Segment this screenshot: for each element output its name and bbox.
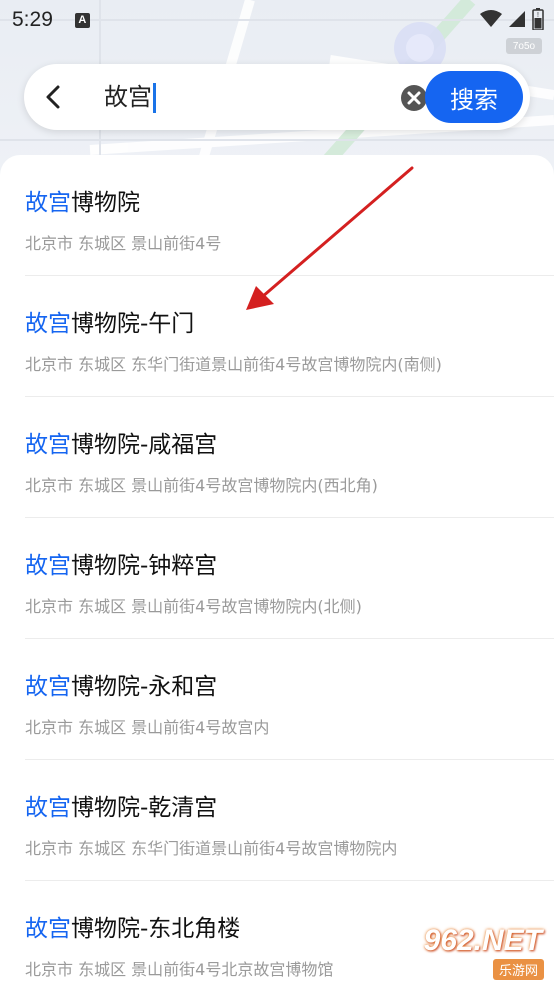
watermark-sub: 乐游网 [492,959,544,980]
result-item[interactable]: 故宫博物院 北京市 东城区 景山前街4号 [0,155,554,276]
result-address: 北京市 东城区 东华门街道景山前街4号故宫博物院内 [25,839,398,858]
result-title: 故宫博物院-咸福宫 [25,425,217,459]
signal-icon [509,11,525,27]
results-list: 故宫博物院 北京市 东城区 景山前街4号 故宫博物院-午门 北京市 东城区 东华… [0,155,554,986]
result-title-highlight: 故宫 [25,432,71,458]
result-item[interactable]: 故宫博物院-乾清宫 北京市 东城区 东华门街道景山前街4号故宫博物院内 [0,760,554,881]
notification-a-icon: A [74,12,90,28]
result-title-rest: 博物院-午门 [71,311,195,337]
result-title-rest: 博物院-乾清宫 [71,795,218,821]
result-title: 故宫博物院-永和宫 [25,667,217,701]
result-address: 北京市 东城区 景山前街4号 [25,234,222,253]
result-title-rest: 博物院-永和宫 [71,674,218,700]
search-bar[interactable]: 故宫 搜索 [24,64,530,130]
result-title-rest: 博物院-咸福宫 [71,432,218,458]
result-address: 北京市 东城区 景山前街4号故宫博物院内(北侧) [25,597,362,616]
result-item[interactable]: 故宫博物院-午门 北京市 东城区 东华门街道景山前街4号故宫博物院内(南侧) [0,276,554,397]
result-item[interactable]: 故宫博物院-咸福宫 北京市 东城区 景山前街4号故宫博物院内(西北角) [0,397,554,518]
status-bar: 5:29 A ! [0,0,554,40]
result-title: 故宫博物院-钟粹宫 [25,546,217,580]
map-watermark: 7o5o [506,38,542,54]
result-title-highlight: 故宫 [25,674,71,700]
search-button[interactable]: 搜索 [425,71,523,123]
result-title-highlight: 故宫 [25,795,71,821]
result-title-rest: 博物院 [71,190,140,216]
watermark-brand: 962.NET [423,924,542,957]
result-address: 北京市 东城区 景山前街4号故宫内 [25,718,270,737]
result-title: 故宫博物院-东北角楼 [25,909,240,943]
svg-text:!: ! [537,12,539,19]
result-address: 北京市 东城区 东华门街道景山前街4号故宫博物院内(南侧) [25,355,442,374]
result-item[interactable]: 故宫博物院-钟粹宫 北京市 东城区 景山前街4号故宫博物院内(北侧) [0,518,554,639]
result-title: 故宫博物院-乾清宫 [25,788,217,822]
wifi-icon [480,10,502,27]
status-time: 5:29 [12,8,53,31]
result-title-highlight: 故宫 [25,311,71,337]
result-title-rest: 博物院-钟粹宫 [71,553,218,579]
site-watermark: 962.NET 乐游网 [420,924,548,980]
result-title-highlight: 故宫 [25,553,71,579]
search-query: 故宫 [104,83,152,111]
result-address: 北京市 东城区 景山前街4号故宫博物院内(西北角) [25,476,378,495]
result-title: 故宫博物院 [25,183,140,217]
result-address: 北京市 东城区 景山前街4号北京故宫博物馆 [25,960,334,979]
back-arrow-icon[interactable] [42,82,64,112]
result-item[interactable]: 故宫博物院-永和宫 北京市 东城区 景山前街4号故宫内 [0,639,554,760]
result-title-rest: 博物院-东北角楼 [71,916,241,942]
clear-icon[interactable] [400,84,428,112]
text-cursor [153,83,156,113]
result-title: 故宫博物院-午门 [25,304,194,338]
battery-icon: ! [532,8,544,30]
search-input[interactable]: 故宫 [104,80,156,114]
result-title-highlight: 故宫 [25,190,71,216]
status-icons: ! [480,8,544,30]
result-title-highlight: 故宫 [25,916,71,942]
